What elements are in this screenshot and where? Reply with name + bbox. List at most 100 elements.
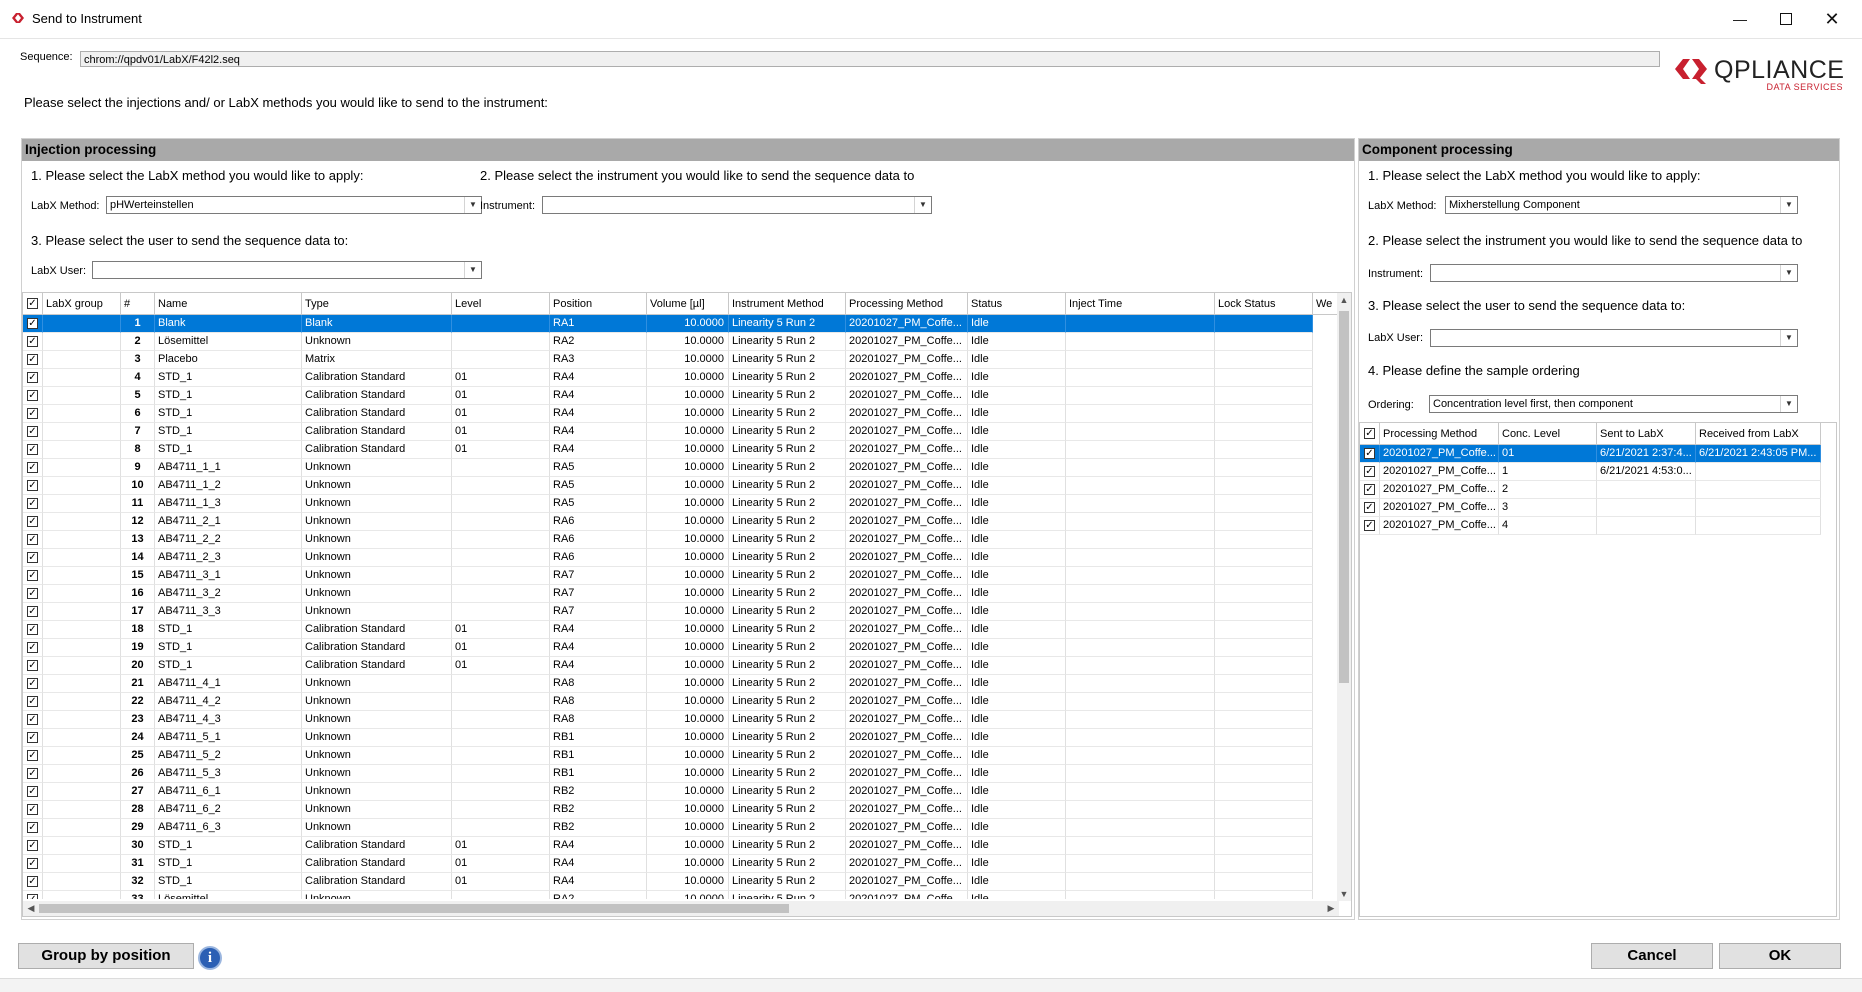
cancel-button[interactable]: Cancel <box>1591 943 1713 969</box>
table-row[interactable]: ✓ 9 AB4711_1_1 Unknown RA5 10.0000 Linearity 5… <box>23 459 1339 477</box>
row-checkbox[interactable]: ✓ <box>27 858 38 869</box>
injection-horizontal-scrollbar[interactable]: ◀ ▶ <box>23 901 1339 916</box>
row-checkbox[interactable]: ✓ <box>27 696 38 707</box>
table-row[interactable]: ✓ 1 Blank Blank RA1 10.0000 Linearity 5 Run 22… <box>23 315 1339 333</box>
row-checkbox[interactable]: ✓ <box>1364 520 1375 531</box>
scroll-left-icon[interactable]: ◀ <box>25 903 37 914</box>
minimize-button[interactable]: — <box>1717 0 1763 38</box>
row-checkbox[interactable]: ✓ <box>27 732 38 743</box>
column-header[interactable]: Inject Time <box>1066 293 1215 315</box>
column-header[interactable]: Volume [µl] <box>647 293 729 315</box>
table-row[interactable]: ✓ 31 STD_1 Calibration Standard 01 RA4 10.0000… <box>23 855 1339 873</box>
table-row[interactable]: ✓ 27 AB4711_6_1 Unknown RB2 10.0000 Linearity … <box>23 783 1339 801</box>
table-row[interactable]: ✓ 16 AB4711_3_2 Unknown RA7 10.0000 Linearity … <box>23 585 1339 603</box>
table-row[interactable]: ✓ 10 AB4711_1_2 Unknown RA5 10.0000 Linearity … <box>23 477 1339 495</box>
column-header[interactable]: Lock Status <box>1215 293 1313 315</box>
table-row[interactable]: ✓ 15 AB4711_3_1 Unknown RA7 10.0000 Linearity … <box>23 567 1339 585</box>
row-checkbox[interactable]: ✓ <box>27 318 38 329</box>
row-checkbox[interactable]: ✓ <box>27 354 38 365</box>
scroll-thumb[interactable] <box>39 904 789 913</box>
column-header[interactable]: Processing Method <box>1380 423 1499 445</box>
component-method-select[interactable]: Mixherstellung Component ▼ <box>1445 196 1798 214</box>
injection-user-select[interactable]: ▼ <box>92 261 482 279</box>
row-checkbox[interactable]: ✓ <box>27 480 38 491</box>
injection-vertical-scrollbar[interactable]: ▲ ▼ <box>1337 293 1351 901</box>
table-row[interactable]: ✓ 20201027_PM_Coffe... 3 <box>1360 499 1821 517</box>
table-row[interactable]: ✓ 26 AB4711_5_3 Unknown RB1 10.0000 Linearity … <box>23 765 1339 783</box>
table-row[interactable]: ✓ 20201027_PM_Coffe... 1 6/21/2021 4:53:0..… <box>1360 463 1821 481</box>
component-ordering-select[interactable]: Concentration level first, then componen… <box>1429 395 1798 413</box>
table-row[interactable]: ✓ 30 STD_1 Calibration Standard 01 RA4 10.0000… <box>23 837 1339 855</box>
scroll-down-icon[interactable]: ▼ <box>1337 889 1351 899</box>
row-checkbox[interactable]: ✓ <box>27 822 38 833</box>
table-row[interactable]: ✓ 29 AB4711_6_3 Unknown RB2 10.0000 Linearity … <box>23 819 1339 837</box>
row-checkbox[interactable]: ✓ <box>27 840 38 851</box>
table-row[interactable]: ✓ 13 AB4711_2_2 Unknown RA6 10.0000 Linearity … <box>23 531 1339 549</box>
table-row[interactable]: ✓ 14 AB4711_2_3 Unknown RA6 10.0000 Linearity … <box>23 549 1339 567</box>
table-row[interactable]: ✓ 17 AB4711_3_3 Unknown RA7 10.0000 Linearity … <box>23 603 1339 621</box>
row-checkbox[interactable]: ✓ <box>27 642 38 653</box>
row-checkbox[interactable]: ✓ <box>27 768 38 779</box>
component-user-select[interactable]: ▼ <box>1430 329 1798 347</box>
close-button[interactable]: ✕ <box>1809 0 1855 38</box>
table-row[interactable]: ✓ 8 STD_1 Calibration Standard 01 RA4 10.0000 L… <box>23 441 1339 459</box>
table-row[interactable]: ✓ 32 STD_1 Calibration Standard 01 RA4 10.0000… <box>23 873 1339 891</box>
row-checkbox[interactable]: ✓ <box>1364 466 1375 477</box>
column-header[interactable]: Status <box>968 293 1066 315</box>
column-header[interactable]: Received from LabX <box>1696 423 1821 445</box>
table-row[interactable]: ✓ 12 AB4711_2_1 Unknown RA6 10.0000 Linearity … <box>23 513 1339 531</box>
row-checkbox[interactable]: ✓ <box>27 624 38 635</box>
group-by-position-button[interactable]: Group by position <box>18 943 194 969</box>
table-row[interactable]: ✓ 18 STD_1 Calibration Standard 01 RA4 10.0000… <box>23 621 1339 639</box>
row-checkbox[interactable]: ✓ <box>27 426 38 437</box>
info-icon[interactable]: i <box>198 946 222 970</box>
column-header[interactable]: # <box>121 293 155 315</box>
ok-button[interactable]: OK <box>1719 943 1841 969</box>
row-checkbox[interactable]: ✓ <box>27 714 38 725</box>
row-checkbox[interactable]: ✓ <box>27 408 38 419</box>
row-checkbox[interactable]: ✓ <box>27 444 38 455</box>
row-checkbox[interactable]: ✓ <box>27 498 38 509</box>
table-row[interactable]: ✓ 24 AB4711_5_1 Unknown RB1 10.0000 Linearity … <box>23 729 1339 747</box>
table-row[interactable]: ✓ 22 AB4711_4_2 Unknown RA8 10.0000 Linearity … <box>23 693 1339 711</box>
row-checkbox[interactable]: ✓ <box>27 876 38 887</box>
table-row[interactable]: ✓ 5 STD_1 Calibration Standard 01 RA4 10.0000 L… <box>23 387 1339 405</box>
row-checkbox[interactable]: ✓ <box>27 804 38 815</box>
table-row[interactable]: ✓ 23 AB4711_4_3 Unknown RA8 10.0000 Linearity … <box>23 711 1339 729</box>
scroll-up-icon[interactable]: ▲ <box>1337 295 1351 305</box>
scroll-thumb[interactable] <box>1339 311 1349 683</box>
table-row[interactable]: ✓ 20201027_PM_Coffe... 2 <box>1360 481 1821 499</box>
maximize-button[interactable] <box>1763 0 1809 38</box>
table-row[interactable]: ✓ 28 AB4711_6_2 Unknown RB2 10.0000 Linearity … <box>23 801 1339 819</box>
table-row[interactable]: ✓ 7 STD_1 Calibration Standard 01 RA4 10.0000 L… <box>23 423 1339 441</box>
column-header[interactable]: We <box>1313 293 1339 315</box>
table-row[interactable]: ✓ 20201027_PM_Coffe... 4 <box>1360 517 1821 535</box>
row-checkbox[interactable]: ✓ <box>1364 484 1375 495</box>
row-checkbox[interactable]: ✓ <box>27 552 38 563</box>
row-checkbox[interactable]: ✓ <box>27 750 38 761</box>
column-header[interactable]: Level <box>452 293 550 315</box>
row-checkbox[interactable]: ✓ <box>27 336 38 347</box>
column-header[interactable]: Processing Method <box>846 293 968 315</box>
row-checkbox[interactable]: ✓ <box>27 570 38 581</box>
table-row[interactable]: ✓ 19 STD_1 Calibration Standard 01 RA4 10.0000… <box>23 639 1339 657</box>
component-instrument-select[interactable]: ▼ <box>1430 264 1798 282</box>
row-checkbox[interactable]: ✓ <box>27 588 38 599</box>
column-header[interactable]: Instrument Method <box>729 293 846 315</box>
row-checkbox[interactable]: ✓ <box>27 390 38 401</box>
injection-method-select[interactable]: pHWerteinstellen ▼ <box>106 196 482 214</box>
row-checkbox[interactable]: ✓ <box>27 606 38 617</box>
row-checkbox[interactable]: ✓ <box>27 894 38 899</box>
table-row[interactable]: ✓ 3 Placebo Matrix RA3 10.0000 Linearity 5 Run… <box>23 351 1339 369</box>
scroll-right-icon[interactable]: ▶ <box>1325 903 1337 914</box>
table-row[interactable]: ✓ 6 STD_1 Calibration Standard 01 RA4 10.0000 L… <box>23 405 1339 423</box>
table-row[interactable]: ✓ 11 AB4711_1_3 Unknown RA5 10.0000 Linearity … <box>23 495 1339 513</box>
row-checkbox[interactable]: ✓ <box>27 786 38 797</box>
sequence-field[interactable]: chrom://qpdv01/LabX/F42l2.seq <box>80 51 1660 67</box>
table-row[interactable]: ✓ 33LösemittelUnknown RA210.0000Linearity … <box>23 891 1339 899</box>
row-checkbox[interactable]: ✓ <box>27 678 38 689</box>
injection-instrument-select[interactable]: ▼ <box>542 196 932 214</box>
table-row[interactable]: ✓ 20201027_PM_Coffe... 01 6/21/2021 2:37:4.… <box>1360 445 1821 463</box>
table-row[interactable]: ✓ 21 AB4711_4_1 Unknown RA8 10.0000 Linearity … <box>23 675 1339 693</box>
column-header[interactable]: LabX group <box>43 293 121 315</box>
